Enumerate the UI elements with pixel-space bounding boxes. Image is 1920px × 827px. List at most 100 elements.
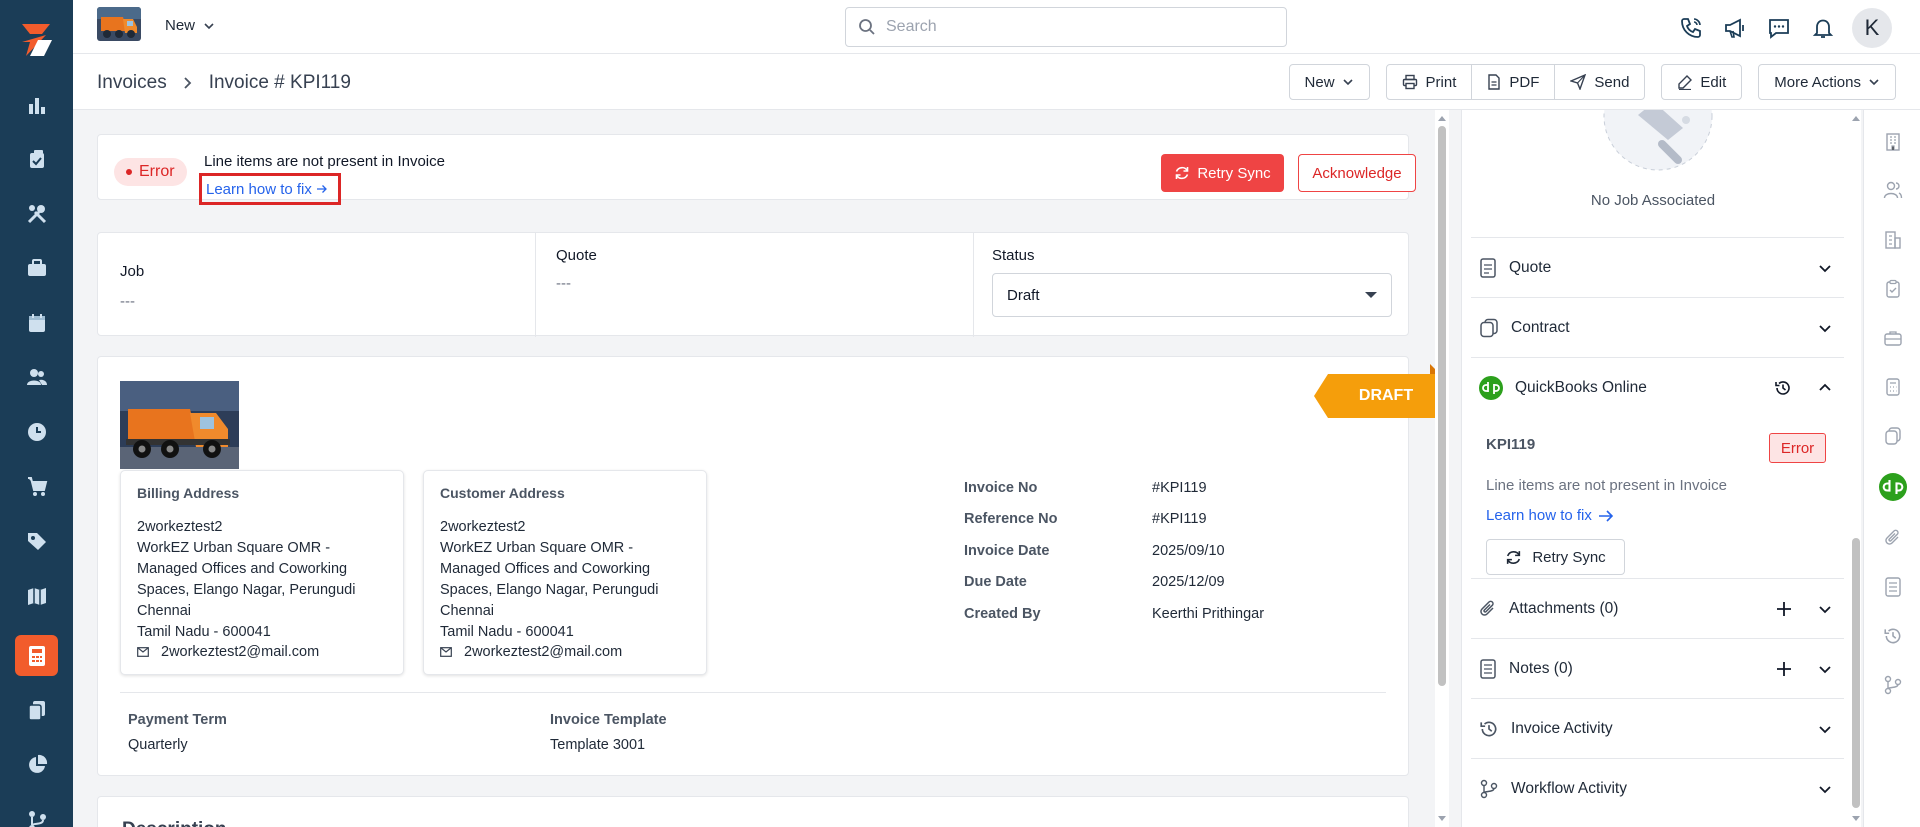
search-box[interactable] (845, 7, 1287, 47)
quote-section-header[interactable]: Quote (1471, 237, 1844, 297)
payment-term-label: Payment Term (128, 712, 227, 728)
invoice-activity-section-header[interactable]: Invoice Activity (1471, 698, 1844, 758)
contacts-icon[interactable] (1881, 178, 1905, 202)
quote-value: --- (556, 275, 571, 292)
qbo-retry-sync-button[interactable]: Retry Sync (1486, 539, 1625, 575)
sync-error-banner: Error Line items are not present in Invo… (97, 134, 1416, 205)
company-icon[interactable] (1881, 228, 1905, 252)
map-icon[interactable] (22, 581, 52, 611)
right-panel: No Job Associated Quote Contract QuickBo… (1461, 110, 1861, 827)
pdf-button[interactable]: PDF (1472, 65, 1556, 99)
printer-icon (1402, 74, 1417, 90)
edit-button[interactable]: Edit (1661, 64, 1743, 100)
workflow-rail-icon[interactable] (1881, 673, 1905, 697)
learn-link-label: Learn how to fix (206, 180, 312, 198)
chevron-down-icon (1819, 265, 1831, 273)
checklist-icon[interactable] (1881, 277, 1905, 301)
billing-state: Tamil Nadu - 600041 (137, 624, 271, 640)
chevron-down-icon (1819, 606, 1831, 614)
customer-address-card: Customer Address 2workeztest2 WorkEZ Urb… (423, 470, 707, 675)
tasks-icon[interactable] (22, 144, 52, 174)
copy-icon[interactable] (1881, 424, 1905, 448)
info-key: Invoice No (964, 479, 1038, 496)
megaphone-icon[interactable] (1720, 9, 1750, 47)
info-value: #KPI119 (1152, 511, 1207, 528)
main-scrollbar[interactable] (1435, 110, 1449, 827)
breadcrumb-bar: Invoices Invoice # KPI119 New Print PDF … (73, 54, 1920, 110)
calendar-icon[interactable] (22, 308, 52, 338)
info-value: 2025/09/10 (1152, 542, 1225, 559)
right-panel-scrollbar[interactable] (1849, 110, 1863, 827)
contract-copy-icon (1480, 318, 1498, 337)
billing-address-title: Billing Address (137, 485, 240, 501)
documents-icon[interactable] (22, 695, 52, 725)
phone-icon[interactable] (1676, 9, 1706, 47)
customer-line3: Spaces, Elango Nagar, Perungudi (440, 582, 659, 598)
app-logo[interactable] (16, 20, 56, 60)
plus-icon[interactable] (1776, 601, 1792, 617)
company-logo[interactable] (97, 7, 141, 41)
more-actions-button[interactable]: More Actions (1758, 64, 1896, 100)
print-label: Print (1425, 73, 1457, 91)
customer-line2: Managed Offices and Coworking (440, 561, 651, 577)
invoices-icon[interactable] (15, 635, 58, 676)
avatar[interactable]: K (1852, 8, 1892, 48)
attachment-icon[interactable] (1881, 526, 1905, 550)
new-dropdown[interactable]: New (165, 17, 215, 34)
plus-icon[interactable] (1776, 661, 1792, 677)
billing-email: 2workeztest2@mail.com (137, 644, 387, 660)
attachments-section-header[interactable]: Attachments (0) (1471, 578, 1844, 638)
info-row: Reference No #KPI119 (964, 504, 1264, 536)
pie-chart-icon[interactable] (22, 750, 52, 780)
new-button[interactable]: New (1288, 64, 1370, 100)
quote-label: Quote (556, 247, 597, 264)
chevron-down-icon (1819, 666, 1831, 674)
send-button[interactable]: Send (1555, 65, 1644, 99)
bell-icon[interactable] (1808, 9, 1838, 47)
acknowledge-button[interactable]: Acknowledge (1298, 154, 1416, 192)
history-icon[interactable] (1774, 379, 1792, 397)
users-icon[interactable] (22, 362, 52, 392)
qbo-learn-how-to-fix-link[interactable]: Learn how to fix (1486, 507, 1614, 524)
main-scrollbar-thumb[interactable] (1438, 126, 1446, 686)
workflow-activity-section-header[interactable]: Workflow Activity (1471, 758, 1844, 818)
tools-icon[interactable] (22, 199, 52, 229)
print-button[interactable]: Print (1387, 65, 1473, 99)
activity-history-icon[interactable] (1881, 624, 1905, 648)
billing-email-text: 2workeztest2@mail.com (161, 644, 320, 660)
quickbooks-section-header[interactable]: QuickBooks Online (1471, 357, 1844, 417)
learn-how-to-fix-link[interactable]: Learn how to fix (199, 173, 341, 205)
jobs-icon[interactable] (1881, 326, 1905, 350)
status-select[interactable]: Draft (992, 273, 1392, 317)
customer-name: 2workeztest2 (440, 519, 526, 535)
chat-icon[interactable] (1764, 9, 1794, 47)
notes-icon (1480, 658, 1496, 679)
customer-state: Tamil Nadu - 600041 (440, 624, 574, 640)
reports-icon[interactable] (22, 90, 52, 120)
quickbooks-rail-icon[interactable] (1878, 472, 1908, 502)
notes-section-header[interactable]: Notes (0) (1471, 638, 1844, 698)
status-label: Status (992, 247, 1035, 264)
notes-rail-icon[interactable] (1881, 575, 1905, 599)
quickbooks-section-label: QuickBooks Online (1515, 378, 1647, 396)
breadcrumb-invoices[interactable]: Invoices (97, 72, 167, 94)
building-icon[interactable] (1881, 130, 1905, 154)
retry-sync-button[interactable]: Retry Sync (1161, 154, 1284, 192)
description-title: Description (122, 819, 227, 827)
customer-address-title: Customer Address (440, 485, 565, 501)
customer-email-text: 2workeztest2@mail.com (464, 644, 623, 660)
search-input[interactable] (886, 18, 1266, 36)
pdf-label: PDF (1509, 73, 1540, 91)
cart-icon[interactable] (22, 471, 52, 501)
caret-down-icon (1365, 292, 1377, 298)
workflow-icon[interactable] (22, 805, 52, 827)
briefcase-icon[interactable] (22, 253, 52, 283)
clock-icon[interactable] (22, 417, 52, 447)
tag-icon[interactable] (22, 526, 52, 556)
right-panel-scrollbar-thumb[interactable] (1852, 538, 1860, 808)
contract-section-header[interactable]: Contract (1471, 297, 1844, 357)
calculator-icon[interactable] (1881, 375, 1905, 399)
quote-field: Quote --- (535, 233, 973, 337)
customer-city: Chennai (440, 603, 495, 619)
status-field: Status Draft (973, 233, 1410, 337)
